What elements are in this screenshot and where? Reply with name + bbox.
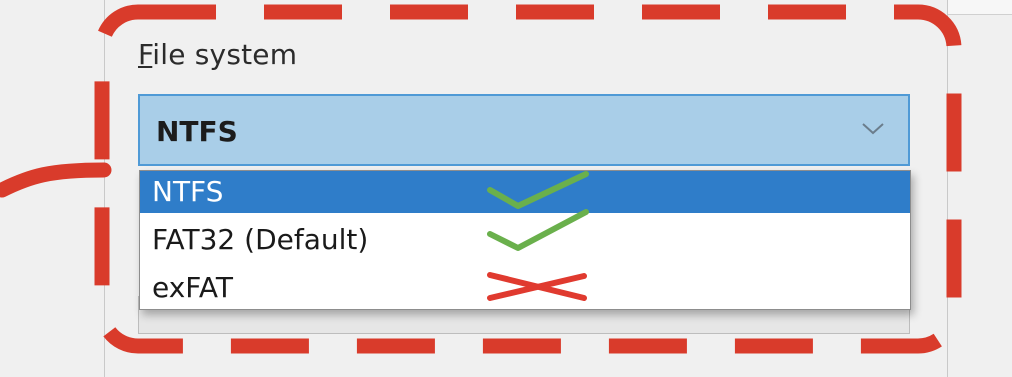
- file-system-label: File system: [138, 38, 297, 71]
- chevron-down-icon: [862, 123, 884, 135]
- option-ntfs[interactable]: NTFS: [140, 171, 910, 213]
- option-exfat[interactable]: exFAT: [140, 267, 910, 309]
- file-system-dropdown-list: NTFS FAT32 (Default) exFAT: [139, 170, 911, 310]
- file-system-combobox[interactable]: NTFS: [138, 94, 910, 166]
- option-fat32-default[interactable]: FAT32 (Default): [140, 219, 910, 261]
- file-system-label-text: ile system: [152, 38, 298, 71]
- dialog-left-strip: [0, 0, 104, 377]
- file-system-label-mnemonic: F: [138, 38, 153, 71]
- file-system-selected-value: NTFS: [156, 115, 238, 148]
